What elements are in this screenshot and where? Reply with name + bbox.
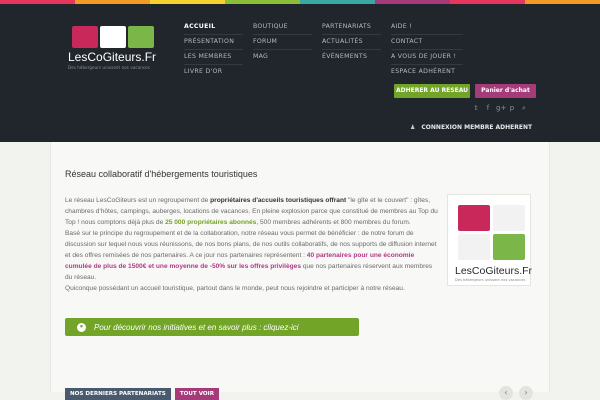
main-content: Réseau collaboratif d'hébergements touri… [50, 142, 550, 392]
logo-tagline: Des hébergeurs unissent nos vacances [68, 65, 150, 70]
member-login-label: CONNEXION MEMBRE ADHERENT [421, 124, 533, 131]
nav-boutique[interactable]: BOUTIQUE [253, 20, 312, 35]
nav-accueil[interactable]: ACCUEIL [184, 20, 243, 35]
fork-knife-icon [100, 26, 126, 48]
pinterest-icon[interactable]: p [508, 104, 516, 112]
intro-p1-d: 25 000 propriétaires abonnés [165, 219, 257, 226]
chat-icon: • [77, 322, 86, 332]
partners-tabs: NOS DERNIERS PARTENARIATS TOUT VOIR [65, 388, 220, 400]
fork-knife-icon [458, 234, 490, 260]
site-logo[interactable]: LesCoGiteurs.Fr Des hébergeurs unissent … [68, 26, 168, 78]
member-login[interactable]: ♟ CONNEXION MEMBRE ADHERENT [410, 124, 532, 131]
site-header: LesCoGiteurs.Fr Des hébergeurs unissent … [0, 4, 600, 142]
house-icon [458, 205, 490, 231]
chevron-right-icon[interactable]: › [519, 386, 533, 400]
search-icon[interactable]: ⌕ [520, 104, 528, 112]
nav-actualites[interactable]: ACTUALITÉS [322, 35, 381, 50]
side-logo-text: LesCoGiteurs.Fr [455, 265, 533, 277]
side-logo-icons [458, 205, 525, 260]
nav-evenements[interactable]: ÉVÉNEMENTS [322, 50, 381, 65]
nav-forum[interactable]: FORUM [253, 35, 312, 50]
tree-icon [128, 26, 154, 48]
house-icon [72, 26, 98, 48]
carousel-arrows: ‹ › [499, 386, 533, 400]
google-plus-icon[interactable]: g+ [496, 104, 506, 112]
side-logo-tagline: Des hébergeurs unissent nos vacances [455, 278, 526, 282]
cart-button[interactable]: Panier d'achat [475, 84, 536, 98]
nav-column-2: BOUTIQUE FORUM MAG [253, 20, 312, 80]
twitter-icon[interactable]: 𝕥 [472, 104, 480, 112]
intro-p1-a: Le réseau LesCoGiteurs est un regroupeme… [65, 197, 211, 204]
nav-mag[interactable]: MAG [253, 50, 312, 65]
facebook-icon[interactable]: f [484, 104, 492, 112]
join-network-button[interactable]: ADHERER AU RESEAU [394, 84, 470, 98]
nav-presentation[interactable]: PRÉSENTATION [184, 35, 243, 50]
nav-column-3: PARTENARIATS ACTUALITÉS ÉVÉNEMENTS [322, 20, 381, 80]
nav-les-membres[interactable]: LES MEMBRES [184, 50, 243, 65]
page-title: Réseau collaboratif d'hébergements touri… [65, 169, 258, 179]
nav-column-4: AIDE ! CONTACT A VOUS DE JOUER ! ESPACE … [391, 20, 463, 80]
logo-icons [72, 26, 168, 48]
side-logo: LesCoGiteurs.Fr Des hébergeurs unissent … [447, 194, 533, 286]
learn-more-label: Pour découvrir nos initiatives et en sav… [94, 322, 299, 332]
nav-aide[interactable]: AIDE ! [391, 20, 463, 35]
star-icon [493, 205, 525, 231]
social-links: 𝕥 f g+ p ⌕ [472, 104, 528, 112]
logo-text: LesCoGiteurs.Fr [68, 50, 157, 64]
intro-p1-b: propriétaires d'accueils touristiques of… [210, 197, 347, 204]
intro-p1-e: , 500 membres adhérents et 800 membres d… [256, 219, 411, 226]
intro-p3: Quiconque possédant un accueil touristiq… [65, 285, 405, 292]
tab-latest-partners[interactable]: NOS DERNIERS PARTENARIATS [65, 388, 171, 400]
intro-text: Le réseau LesCoGiteurs est un regroupeme… [65, 195, 439, 294]
nav-partenariats[interactable]: PARTENARIATS [322, 20, 381, 35]
tab-see-all[interactable]: TOUT VOIR [174, 388, 220, 400]
nav-livre-d-or[interactable]: LIVRE D'OR [184, 65, 243, 80]
nav-espace-adherent[interactable]: ESPACE ADHÉRENT [391, 65, 463, 80]
nav-contact[interactable]: CONTACT [391, 35, 463, 50]
nav-a-vous-de-jouer[interactable]: A VOUS DE JOUER ! [391, 50, 463, 65]
main-nav: ACCUEIL PRÉSENTATION LES MEMBRES LIVRE D… [184, 20, 473, 80]
user-icon: ♟ [410, 124, 416, 131]
tree-icon [493, 234, 525, 260]
chevron-left-icon[interactable]: ‹ [499, 386, 513, 400]
learn-more-button[interactable]: • Pour découvrir nos initiatives et en s… [65, 318, 359, 336]
nav-column-1: ACCUEIL PRÉSENTATION LES MEMBRES LIVRE D… [184, 20, 243, 80]
